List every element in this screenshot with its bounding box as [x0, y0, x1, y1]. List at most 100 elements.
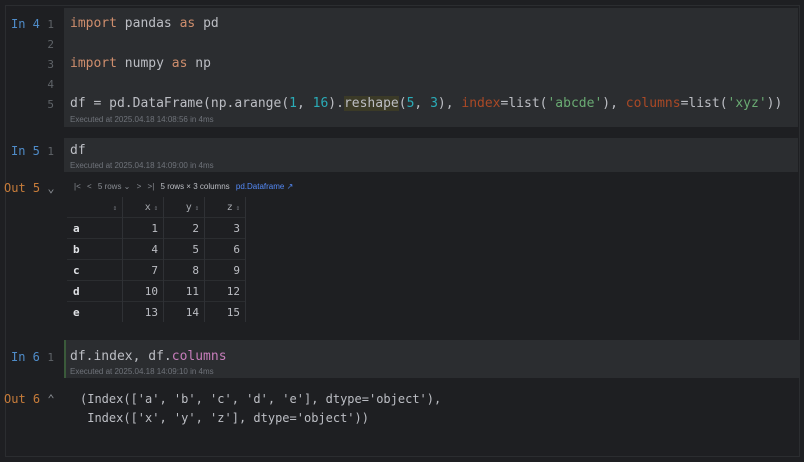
execution-info: Executed at 2025.04.18 14:09:00 in 4ms — [70, 161, 214, 170]
line-number: 1 — [47, 18, 54, 31]
table-cell[interactable]: 8 — [163, 259, 205, 281]
sort-icon[interactable]: ⇕ — [113, 204, 117, 212]
keyword: as — [179, 16, 196, 31]
header-label: y — [185, 201, 192, 213]
execution-info: Executed at 2025.04.18 14:08:56 in 4ms — [70, 115, 214, 124]
table-cell[interactable]: 10 — [122, 280, 164, 302]
column-header-z[interactable]: z ⇕ — [204, 197, 246, 218]
table-header-row: ⇕ x ⇕ y ⇕ z ⇕ — [67, 197, 246, 218]
code-line-3[interactable]: import numpy as np — [70, 56, 211, 71]
code-text: )) — [766, 96, 783, 111]
first-page-icon[interactable]: |< — [74, 182, 81, 191]
table-cell[interactable]: 2 — [163, 217, 205, 239]
line-number: 2 — [47, 38, 54, 51]
code-text: numpy — [116, 56, 172, 71]
code-text: ( — [398, 96, 407, 111]
row-index: c — [67, 259, 123, 281]
keyword-argument: index — [461, 96, 501, 111]
code-text: df = pd.DataFrame(np.arange( — [70, 96, 290, 111]
table-row: e 13 14 15 — [67, 301, 246, 322]
code-line-1[interactable]: import pandas as pd — [70, 16, 219, 31]
code-text: =list( — [680, 96, 728, 111]
highlighted-method: reshape — [343, 96, 399, 111]
line-number: 3 — [47, 58, 54, 71]
header-label: z — [226, 201, 233, 213]
column-header-y[interactable]: y ⇕ — [163, 197, 205, 218]
code-text: ), — [437, 96, 462, 111]
table-cell[interactable]: 12 — [204, 280, 246, 302]
string-literal: 'abcde' — [547, 96, 603, 111]
index-column-header[interactable]: ⇕ — [67, 197, 123, 218]
keyword: as — [171, 56, 188, 71]
table-row: a 1 2 3 — [67, 217, 246, 239]
column-header-x[interactable]: x ⇕ — [122, 197, 164, 218]
line-number: 1 — [47, 351, 54, 364]
table-cell[interactable]: 7 — [122, 259, 164, 281]
prev-page-icon[interactable]: < — [87, 182, 92, 191]
row-index: d — [67, 280, 123, 302]
line-number: 5 — [47, 98, 54, 111]
collapse-output-icon[interactable]: ⌄ — [47, 181, 54, 195]
dataframe-link[interactable]: pd.Dataframe ↗ — [236, 182, 293, 191]
table-summary: 5 rows × 3 columns — [160, 182, 230, 191]
cell-label-in5: In 5 — [11, 144, 40, 158]
keyword: import — [70, 56, 117, 71]
output-line-2: Index(['x', 'y', 'z'], dtype='object')) — [80, 411, 369, 425]
last-page-icon[interactable]: >| — [148, 182, 155, 191]
keyword: import — [70, 16, 117, 31]
code-text: =list( — [500, 96, 548, 111]
line-number: 1 — [47, 145, 54, 158]
table-cell[interactable]: 11 — [163, 280, 205, 302]
row-index: a — [67, 217, 123, 239]
keyword-argument: columns — [625, 96, 681, 111]
output-label-text: Out 5 — [4, 181, 41, 195]
execution-info: Executed at 2025.04.18 14:09:10 in 4ms — [70, 367, 214, 376]
dataframe-table: ⇕ x ⇕ y ⇕ z ⇕ a 1 2 3 b 4 5 6 c 7 8 9 d 10 … — [67, 197, 246, 322]
table-cell[interactable]: 14 — [163, 301, 205, 322]
code-text: , — [296, 96, 313, 111]
output-label-out6: Out 6 ⌃ — [4, 392, 55, 406]
number-literal: 3 — [430, 96, 438, 111]
table-cell[interactable]: 15 — [204, 301, 246, 322]
sort-icon[interactable]: ⇕ — [195, 204, 199, 212]
header-label: x — [144, 201, 151, 213]
table-cell[interactable]: 1 — [122, 217, 164, 239]
table-row: b 4 5 6 — [67, 238, 246, 260]
number-literal: 1 — [289, 96, 297, 111]
attribute-name: columns — [171, 349, 227, 364]
code-line[interactable]: df.index, df.columns — [70, 349, 227, 364]
sort-icon[interactable]: ⇕ — [154, 204, 158, 212]
code-line-5[interactable]: df = pd.DataFrame(np.arange(1, 16).resha… — [70, 96, 782, 111]
code-text: np — [187, 56, 211, 71]
row-index: e — [67, 301, 123, 322]
cell-label-in6: In 6 — [11, 350, 40, 364]
string-literal: 'xyz' — [727, 96, 767, 111]
rows-per-page-select[interactable]: 5 rows ⌄ — [98, 182, 131, 191]
cell-label-in4: In 4 — [11, 17, 40, 31]
code-text: ). — [328, 96, 344, 111]
code-text: pandas — [116, 16, 180, 31]
code-text: pd — [195, 16, 219, 31]
sort-icon[interactable]: ⇕ — [236, 204, 240, 212]
output-line-1: (Index(['a', 'b', 'c', 'd', 'e'], dtype=… — [80, 392, 442, 406]
output-label-out5: Out 5 ⌄ — [4, 181, 55, 195]
table-row: d 10 11 12 — [67, 280, 246, 302]
code-text: ), — [602, 96, 626, 111]
next-page-icon[interactable]: > — [137, 182, 142, 191]
code-text: df.index, df. — [70, 349, 172, 364]
table-cell[interactable]: 9 — [204, 259, 246, 281]
code-text: , — [414, 96, 431, 111]
table-cell[interactable]: 4 — [122, 238, 164, 260]
dataframe-toolbar: |< < 5 rows ⌄ > >| 5 rows × 3 columns pd… — [74, 182, 297, 191]
output-label-text: Out 6 — [4, 392, 41, 406]
code-line[interactable]: df — [70, 143, 86, 158]
row-index: b — [67, 238, 123, 260]
collapse-output-icon[interactable]: ⌃ — [47, 392, 54, 406]
line-number: 4 — [47, 78, 54, 91]
table-cell[interactable]: 6 — [204, 238, 246, 260]
table-cell[interactable]: 13 — [122, 301, 164, 322]
table-row: c 7 8 9 — [67, 259, 246, 281]
table-cell[interactable]: 3 — [204, 217, 246, 239]
number-literal: 16 — [312, 96, 329, 111]
table-cell[interactable]: 5 — [163, 238, 205, 260]
